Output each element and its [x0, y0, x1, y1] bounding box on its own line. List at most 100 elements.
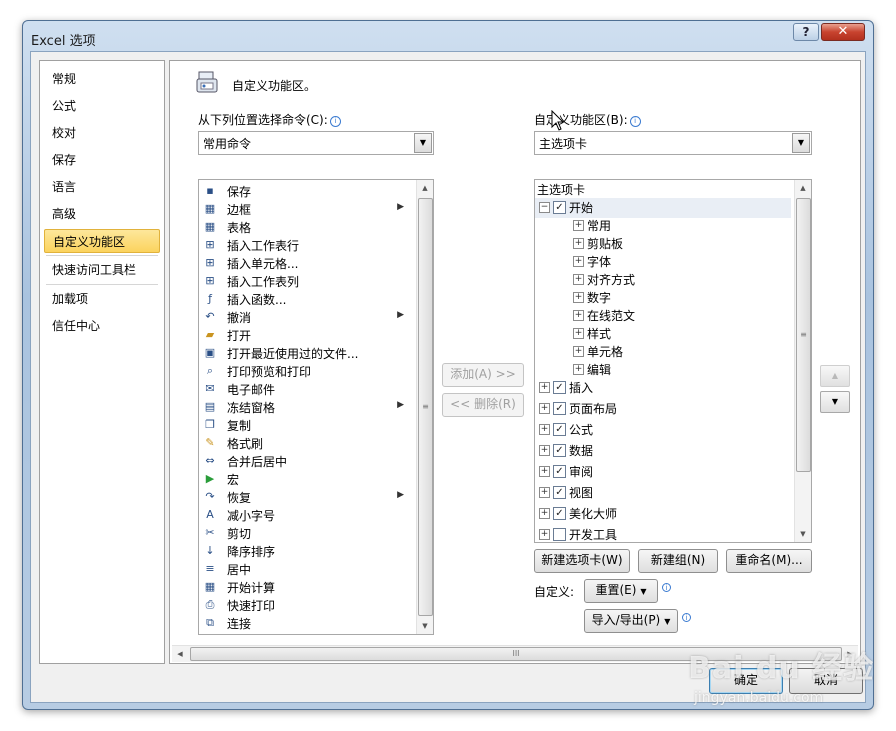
expand-icon[interactable]: +	[539, 445, 550, 456]
scroll-thumb[interactable]: ≡	[796, 198, 811, 472]
ribbon-tree[interactable]: 主选项卡 ▲ ≡ ▼ − ✓ 开始 + 常用 + 剪贴板 + 字体 + 对齐方式 + 数字 + 在线范文 + 样…	[534, 179, 812, 543]
command-item[interactable]: ✎ 格式刷	[201, 434, 406, 452]
nav-item[interactable]: 高级	[44, 202, 160, 226]
expand-icon[interactable]: +	[573, 292, 584, 303]
expand-icon[interactable]: +	[539, 529, 550, 540]
expand-icon[interactable]: +	[573, 310, 584, 321]
tree-node[interactable]: − ✓ 开始	[535, 198, 791, 218]
nav-item[interactable]: 保存	[44, 148, 160, 172]
command-list-scrollbar[interactable]: ▲ ≡ ▼	[416, 180, 433, 634]
scroll-thumb[interactable]: ≡	[418, 198, 433, 616]
new-tab-button[interactable]: 新建选项卡(W)	[534, 549, 630, 573]
tab-checkbox[interactable]: ✓	[553, 507, 566, 520]
command-label: 快速打印	[227, 599, 276, 613]
tab-checkbox[interactable]: ✓	[553, 486, 566, 499]
remove-button[interactable]: << 删除(R)	[442, 393, 524, 417]
scroll-left-icon[interactable]: ◀	[172, 646, 188, 662]
command-item[interactable]: ƒ 插入函数...	[201, 290, 406, 308]
nav-item[interactable]: 信任中心	[44, 314, 160, 338]
move-down-button[interactable]: ▼	[820, 391, 850, 413]
choose-commands-combo[interactable]: 常用命令 ▼	[198, 131, 434, 155]
collapse-icon[interactable]: −	[539, 202, 550, 213]
command-item[interactable]: ▦ 表格	[201, 218, 406, 236]
scroll-down-icon[interactable]: ▼	[417, 618, 433, 634]
nav-item[interactable]: 自定义功能区	[44, 229, 160, 253]
table-icon: ▦	[204, 220, 216, 233]
command-label: 插入工作表行	[227, 239, 300, 253]
command-label: 合并后居中	[227, 455, 288, 469]
command-list[interactable]: ▲ ≡ ▼ ▪ 保存 ▦ 边框 ▶ ▦ 表格 ⊞ 插入工作表行 ⊞ 插入单元格... ⊞ 插入工作表列 ƒ…	[198, 179, 434, 635]
reset-button[interactable]: 重置(E) ▼	[584, 579, 658, 603]
expand-icon[interactable]: +	[539, 424, 550, 435]
nav-item[interactable]: 常规	[44, 67, 160, 91]
command-item[interactable]: ▦ 开始计算	[201, 578, 406, 596]
tab-checkbox[interactable]: ✓	[553, 402, 566, 415]
freeze-panes-icon: ▤	[204, 400, 216, 413]
nav-item[interactable]: 加载项	[44, 287, 160, 311]
command-item[interactable]: ▦ 边框 ▶	[201, 200, 406, 218]
choose-commands-label: 从下列位置选择命令(C): i	[198, 111, 341, 128]
customize-ribbon-combo[interactable]: 主选项卡 ▼	[534, 131, 812, 155]
chevron-down-icon[interactable]: ▼	[414, 133, 432, 153]
move-up-button[interactable]: ▲	[820, 365, 850, 387]
scroll-up-icon[interactable]: ▲	[795, 180, 811, 196]
expand-icon[interactable]: +	[573, 220, 584, 231]
nav-item[interactable]: 校对	[44, 121, 160, 145]
command-item[interactable]: ↶ 撤消 ▶	[201, 308, 406, 326]
command-item[interactable]: ▪ 保存	[201, 182, 406, 200]
command-item[interactable]: ⧉ 连接	[201, 614, 406, 632]
close-button[interactable]: ✕	[821, 23, 865, 41]
expand-icon[interactable]: +	[539, 382, 550, 393]
expand-icon[interactable]: +	[539, 487, 550, 498]
new-group-button[interactable]: 新建组(N)	[638, 549, 718, 573]
expand-icon[interactable]: +	[539, 466, 550, 477]
expand-icon[interactable]: +	[539, 508, 550, 519]
command-item[interactable]: ⇔ 合并后居中	[201, 452, 406, 470]
command-item[interactable]: ↷ 恢复 ▶	[201, 488, 406, 506]
command-item[interactable]: ⎙ 快速打印	[201, 596, 406, 614]
expand-icon[interactable]: +	[573, 346, 584, 357]
tab-checkbox[interactable]: ✓	[553, 381, 566, 394]
command-item[interactable]: ✂ 剪切	[201, 524, 406, 542]
expand-icon[interactable]: +	[573, 274, 584, 285]
insert-function-icon: ƒ	[208, 292, 212, 305]
expand-icon[interactable]: +	[573, 328, 584, 339]
nav-item[interactable]: 语言	[44, 175, 160, 199]
nav-item[interactable]: 快速访问工具栏	[44, 258, 160, 282]
import-export-button[interactable]: 导入/导出(P) ▼	[584, 609, 678, 633]
command-item[interactable]: ✉ 电子邮件	[201, 380, 406, 398]
help-button[interactable]: ?	[793, 23, 819, 41]
tab-checkbox[interactable]: ✓	[553, 444, 566, 457]
command-item[interactable]: ⊞ 插入工作表行	[201, 236, 406, 254]
command-item[interactable]: ▣ 打开最近使用过的文件...	[201, 344, 406, 362]
command-item[interactable]: ▤ 冻结窗格 ▶	[201, 398, 406, 416]
command-item[interactable]: ❐ 复制	[201, 416, 406, 434]
nav-item[interactable]: 公式	[44, 94, 160, 118]
expand-icon[interactable]: +	[573, 238, 584, 249]
ribbon-tree-scrollbar[interactable]: ▲ ≡ ▼	[794, 180, 811, 542]
expand-icon[interactable]: +	[573, 256, 584, 267]
command-label: 打印预览和打印	[227, 365, 312, 379]
chevron-down-icon[interactable]: ▼	[792, 133, 810, 153]
tree-node-label: 在线范文	[587, 309, 636, 323]
command-item[interactable]: ⊞ 插入单元格...	[201, 254, 406, 272]
expand-icon[interactable]: +	[539, 403, 550, 414]
rename-button[interactable]: 重命名(M)...	[726, 549, 812, 573]
command-item[interactable]: ▶ 宏	[201, 470, 406, 488]
tab-checkbox[interactable]: ✓	[553, 423, 566, 436]
expand-icon[interactable]: +	[573, 364, 584, 375]
scroll-down-icon[interactable]: ▼	[795, 526, 811, 542]
tab-checkbox[interactable]: ✓	[553, 465, 566, 478]
command-item[interactable]: A 减小字号	[201, 506, 406, 524]
customize-label: 自定义:	[534, 585, 575, 599]
command-item[interactable]: ▰ 打开	[201, 326, 406, 344]
add-button[interactable]: 添加(A) >>	[442, 363, 524, 387]
tree-node-label: 对齐方式	[587, 273, 636, 287]
tab-checkbox[interactable]: ✓	[553, 201, 566, 214]
command-item[interactable]: ↓ 降序排序	[201, 542, 406, 560]
command-item[interactable]: ⌕ 打印预览和打印	[201, 362, 406, 380]
scroll-up-icon[interactable]: ▲	[417, 180, 433, 196]
command-item[interactable]: ≡ 居中	[201, 560, 406, 578]
tab-checkbox[interactable]	[553, 528, 566, 541]
command-item[interactable]: ⊞ 插入工作表列	[201, 272, 406, 290]
